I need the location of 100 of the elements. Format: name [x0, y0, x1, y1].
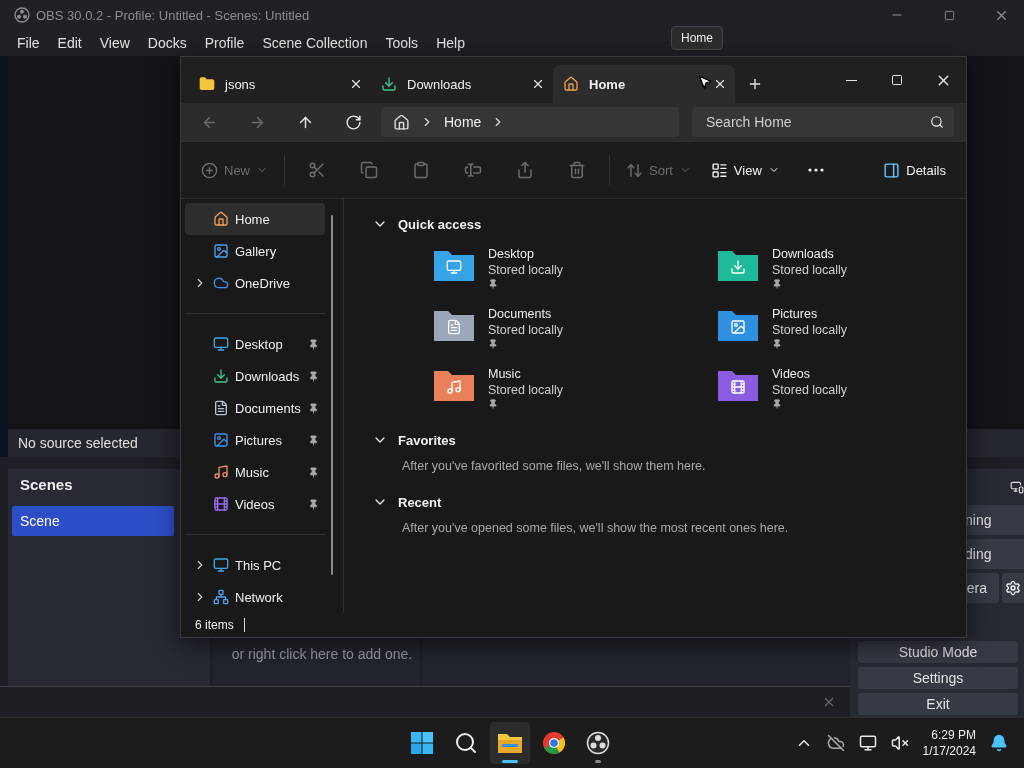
obs-logo-icon [586, 731, 610, 755]
search-icon [454, 731, 478, 755]
folder-location: Stored locally [488, 383, 564, 397]
menu-item[interactable]: Tools [376, 35, 428, 51]
film-icon [213, 496, 229, 512]
menu-item[interactable]: Scene Collection [253, 35, 377, 51]
folder-location: Stored locally [488, 323, 564, 337]
nav-item[interactable]: Pictures [185, 424, 325, 456]
empty-message: After you've opened some files, we'll show the most recent ones here. [401, 520, 790, 537]
rename-icon [464, 161, 482, 179]
folder-name[interactable]: Downloads [772, 247, 848, 261]
folder-name[interactable]: Documents [488, 307, 564, 321]
gear-icon [1005, 580, 1021, 596]
nav-item[interactable]: OneDrive [185, 267, 325, 299]
download-icon [213, 368, 229, 384]
more-icon [807, 168, 824, 172]
tab[interactable]: jsons [189, 65, 371, 103]
tab-label: Home [589, 76, 627, 92]
image-icon [213, 432, 229, 448]
nav-item[interactable]: Desktop [185, 328, 325, 360]
menu-item[interactable]: File [8, 35, 49, 51]
taskbar-app-button[interactable] [490, 722, 530, 764]
nav-item[interactable]: Documents [185, 392, 325, 424]
menu-item[interactable]: Help [427, 35, 474, 51]
breadcrumb-item[interactable]: Home [444, 114, 482, 130]
settings-button[interactable] [1002, 573, 1024, 603]
close-icon [713, 77, 727, 91]
maximize-icon [891, 74, 903, 86]
home-icon [563, 76, 579, 92]
plus-icon [747, 76, 763, 92]
control-button[interactable]: era [965, 573, 999, 603]
control-button[interactable]: Settings [858, 667, 1018, 689]
view-button[interactable]: View [702, 153, 788, 187]
sources-hint: or right click here to add one. [230, 646, 413, 662]
section-title: Favorites [398, 432, 456, 448]
control-button[interactable]: Studio Mode [858, 641, 1018, 663]
chrome-logo-icon [542, 731, 566, 755]
cloud-off-icon[interactable] [826, 734, 845, 752]
scene-item[interactable]: Scene [12, 506, 174, 536]
download-icon [381, 76, 397, 92]
tab[interactable]: Downloads [371, 65, 553, 103]
menu-item[interactable]: Profile [195, 35, 254, 51]
list-icon [710, 161, 728, 179]
tab-label: Downloads [407, 76, 473, 92]
clock-time[interactable]: 6:29 PM [931, 727, 976, 743]
folder-name[interactable]: Pictures [772, 307, 848, 321]
tooltip: Home [671, 26, 723, 50]
folder-location: Stored locally [772, 263, 848, 277]
menu-item[interactable]: View [90, 35, 139, 51]
folder-location: Stored locally [772, 383, 848, 397]
copy-icon [360, 161, 378, 179]
refresh-icon [344, 113, 362, 131]
tab-label: jsons [225, 76, 257, 92]
screens-icon [1010, 480, 1024, 494]
nav-item[interactable]: Gallery [185, 235, 325, 267]
notification-bell-icon[interactable] [990, 734, 1008, 752]
nav-item[interactable]: Videos [185, 488, 325, 520]
document-icon [213, 400, 229, 416]
search-field[interactable]: Search Home [692, 107, 954, 137]
scrollbar[interactable] [331, 215, 333, 575]
search-icon [930, 115, 944, 129]
nav-item[interactable]: Music [185, 456, 325, 488]
section-title: Quick access [398, 216, 482, 232]
close-tab-button[interactable] [713, 77, 727, 91]
clock-date[interactable]: 1/17/2024 [922, 743, 976, 759]
close-button[interactable] [822, 695, 836, 709]
nav-item[interactable]: Downloads [185, 360, 325, 392]
sort-icon [626, 161, 643, 179]
folder-location: Stored locally [488, 263, 564, 277]
folder-location: Stored locally [772, 323, 848, 337]
close-tab-button[interactable] [531, 77, 545, 91]
home-icon [393, 113, 410, 131]
close-tab-button[interactable] [349, 77, 363, 91]
folder-name[interactable]: Desktop [488, 247, 564, 261]
section-title: Recent [398, 494, 442, 510]
source-status-text: No source selected [18, 435, 138, 451]
windows-logo-icon [410, 731, 434, 755]
empty-message: After you've favorited some files, we'll show them here. [401, 458, 707, 475]
address-bar[interactable]: Home [381, 107, 679, 137]
menu-item[interactable]: Docks [138, 35, 196, 51]
folder-name[interactable]: Music [488, 367, 564, 381]
share-icon [516, 161, 534, 179]
menu-item[interactable]: Edit [48, 35, 91, 51]
folder-name[interactable]: Videos [772, 367, 848, 381]
nav-item[interactable]: Network [185, 581, 325, 613]
trash-icon [568, 161, 586, 179]
nav-item[interactable]: This PC [185, 549, 325, 581]
image-icon [213, 243, 229, 259]
monitor-icon [213, 336, 229, 352]
mute-icon[interactable] [890, 734, 909, 752]
cloud-icon [213, 275, 229, 291]
tab[interactable]: Home [553, 65, 735, 103]
details-button[interactable]: Details [875, 153, 954, 187]
nav-item[interactable]: Home [185, 203, 325, 235]
home-icon [213, 211, 229, 227]
scissors-icon [308, 161, 326, 179]
close-icon [349, 77, 363, 91]
item-count: 6 items [195, 618, 234, 632]
control-button[interactable]: Exit [858, 693, 1018, 715]
search-input[interactable]: Search Home [706, 114, 930, 130]
